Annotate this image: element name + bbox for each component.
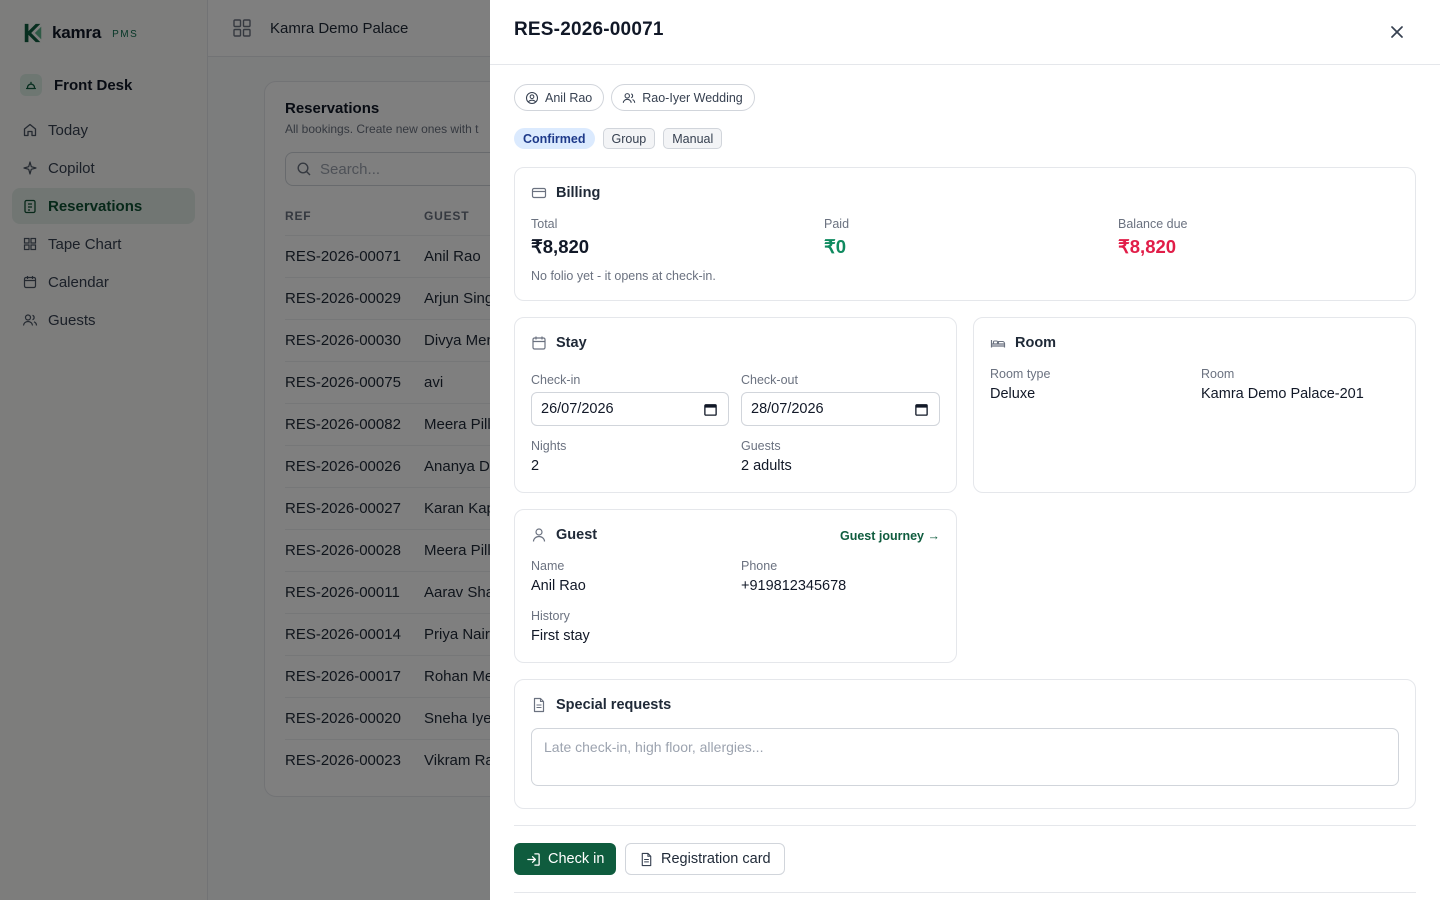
stay-heading-label: Stay <box>556 335 587 351</box>
actions-divider-top <box>514 825 1416 826</box>
status-badge: Confirmed <box>514 128 595 149</box>
guest-heading: Guest <box>531 527 597 543</box>
bed-icon <box>990 340 1006 348</box>
registration-card-button[interactable]: Registration card <box>625 843 785 875</box>
guest-panel: Guest Guest journey → Name Anil Rao Phon… <box>514 509 957 663</box>
guests-label: Guests <box>741 439 781 453</box>
registration-card-button-label: Registration card <box>661 851 771 867</box>
paid-label: Paid <box>824 217 850 231</box>
calendar-picker-icon[interactable] <box>703 402 718 417</box>
checkout-date-input[interactable]: 28/07/2026 <box>741 392 940 426</box>
checkin-date-input[interactable]: 26/07/2026 <box>531 392 729 426</box>
nights-label: Nights <box>531 439 567 453</box>
guest-chip-label: Anil Rao <box>545 90 593 105</box>
total-label: Total <box>531 217 558 231</box>
actions-divider-bottom <box>514 892 1416 893</box>
users-icon <box>623 92 636 103</box>
billing-heading: Billing <box>531 185 600 201</box>
room-type-label: Room type <box>990 367 1051 381</box>
guest-journey-link[interactable]: Guest journey → <box>840 529 940 543</box>
drawer-title: RES-2026-00071 <box>514 19 664 40</box>
reservation-chips: Anil Rao Rao-Iyer Wedding <box>514 84 755 111</box>
group-chip[interactable]: Rao-Iyer Wedding <box>611 84 755 111</box>
checkout-date-value: 28/07/2026 <box>751 401 824 417</box>
nights-value: 2 <box>531 458 540 474</box>
room-heading-label: Room <box>1015 335 1057 351</box>
guest-history-value: First stay <box>531 628 590 644</box>
group-chip-label: Rao-Iyer Wedding <box>642 90 743 105</box>
stay-panel: Stay Check-in 26/07/2026 Check-out 28/07… <box>514 317 957 493</box>
checkin-date-value: 26/07/2026 <box>541 401 614 417</box>
room-label: Room <box>1201 367 1235 381</box>
guests-value: 2 adults <box>741 458 792 474</box>
total-amount: ₹8,820 <box>531 236 590 257</box>
guest-name-label: Name <box>531 559 565 573</box>
source-badge: Manual <box>663 128 723 149</box>
stay-heading: Stay <box>531 335 587 351</box>
credit-card-icon <box>531 187 547 199</box>
paid-amount: ₹0 <box>824 236 847 257</box>
room-heading: Room <box>990 335 1056 351</box>
guest-history-label: History <box>531 609 570 623</box>
guest-name-value: Anil Rao <box>531 578 586 594</box>
balance-label: Balance due <box>1118 217 1188 231</box>
special-requests-heading-label: Special requests <box>556 697 672 713</box>
special-requests-heading: Special requests <box>531 697 671 713</box>
special-requests-panel: Special requests Late check-in, high flo… <box>514 679 1416 809</box>
reservation-drawer: RES-2026-00071 Anil Rao Rao-Iyer Wedding… <box>490 0 1440 900</box>
login-icon <box>527 852 540 866</box>
calendar-picker-icon[interactable] <box>914 402 929 417</box>
room-value: Kamra Demo Palace-201 <box>1201 386 1364 402</box>
close-icon[interactable] <box>1388 23 1406 41</box>
billing-panel: Billing Total ₹8,820 Paid ₹0 Balance due… <box>514 167 1416 301</box>
guest-phone-value: +919812345678 <box>741 578 847 594</box>
special-requests-placeholder: Late check-in, high floor, allergies... <box>544 739 764 755</box>
status-badges: Confirmed Group Manual <box>514 128 723 149</box>
user-circle-icon <box>525 91 539 104</box>
guest-chip[interactable]: Anil Rao <box>514 84 605 111</box>
checkin-label: Check-in <box>531 373 581 387</box>
room-panel: Room Room type Deluxe Room Kamra Demo Pa… <box>973 317 1416 493</box>
check-in-button[interactable]: Check in <box>514 843 617 875</box>
billing-heading-label: Billing <box>556 185 601 201</box>
document-icon <box>641 852 652 866</box>
room-type-value: Deluxe <box>990 386 1036 402</box>
balance-amount: ₹8,820 <box>1118 236 1177 257</box>
type-badge: Group <box>602 128 656 149</box>
check-in-button-label: Check in <box>548 851 605 867</box>
folio-note: No folio yet - it opens at check-in. <box>531 269 716 283</box>
guest-phone-label: Phone <box>741 559 778 573</box>
special-requests-textarea[interactable]: Late check-in, high floor, allergies... <box>531 728 1399 786</box>
user-icon <box>532 528 546 542</box>
calendar-icon <box>532 336 546 350</box>
document-icon <box>533 697 545 713</box>
drawer-header: RES-2026-00071 <box>490 0 1440 65</box>
checkout-label: Check-out <box>741 373 798 387</box>
guest-heading-label: Guest <box>556 527 598 543</box>
